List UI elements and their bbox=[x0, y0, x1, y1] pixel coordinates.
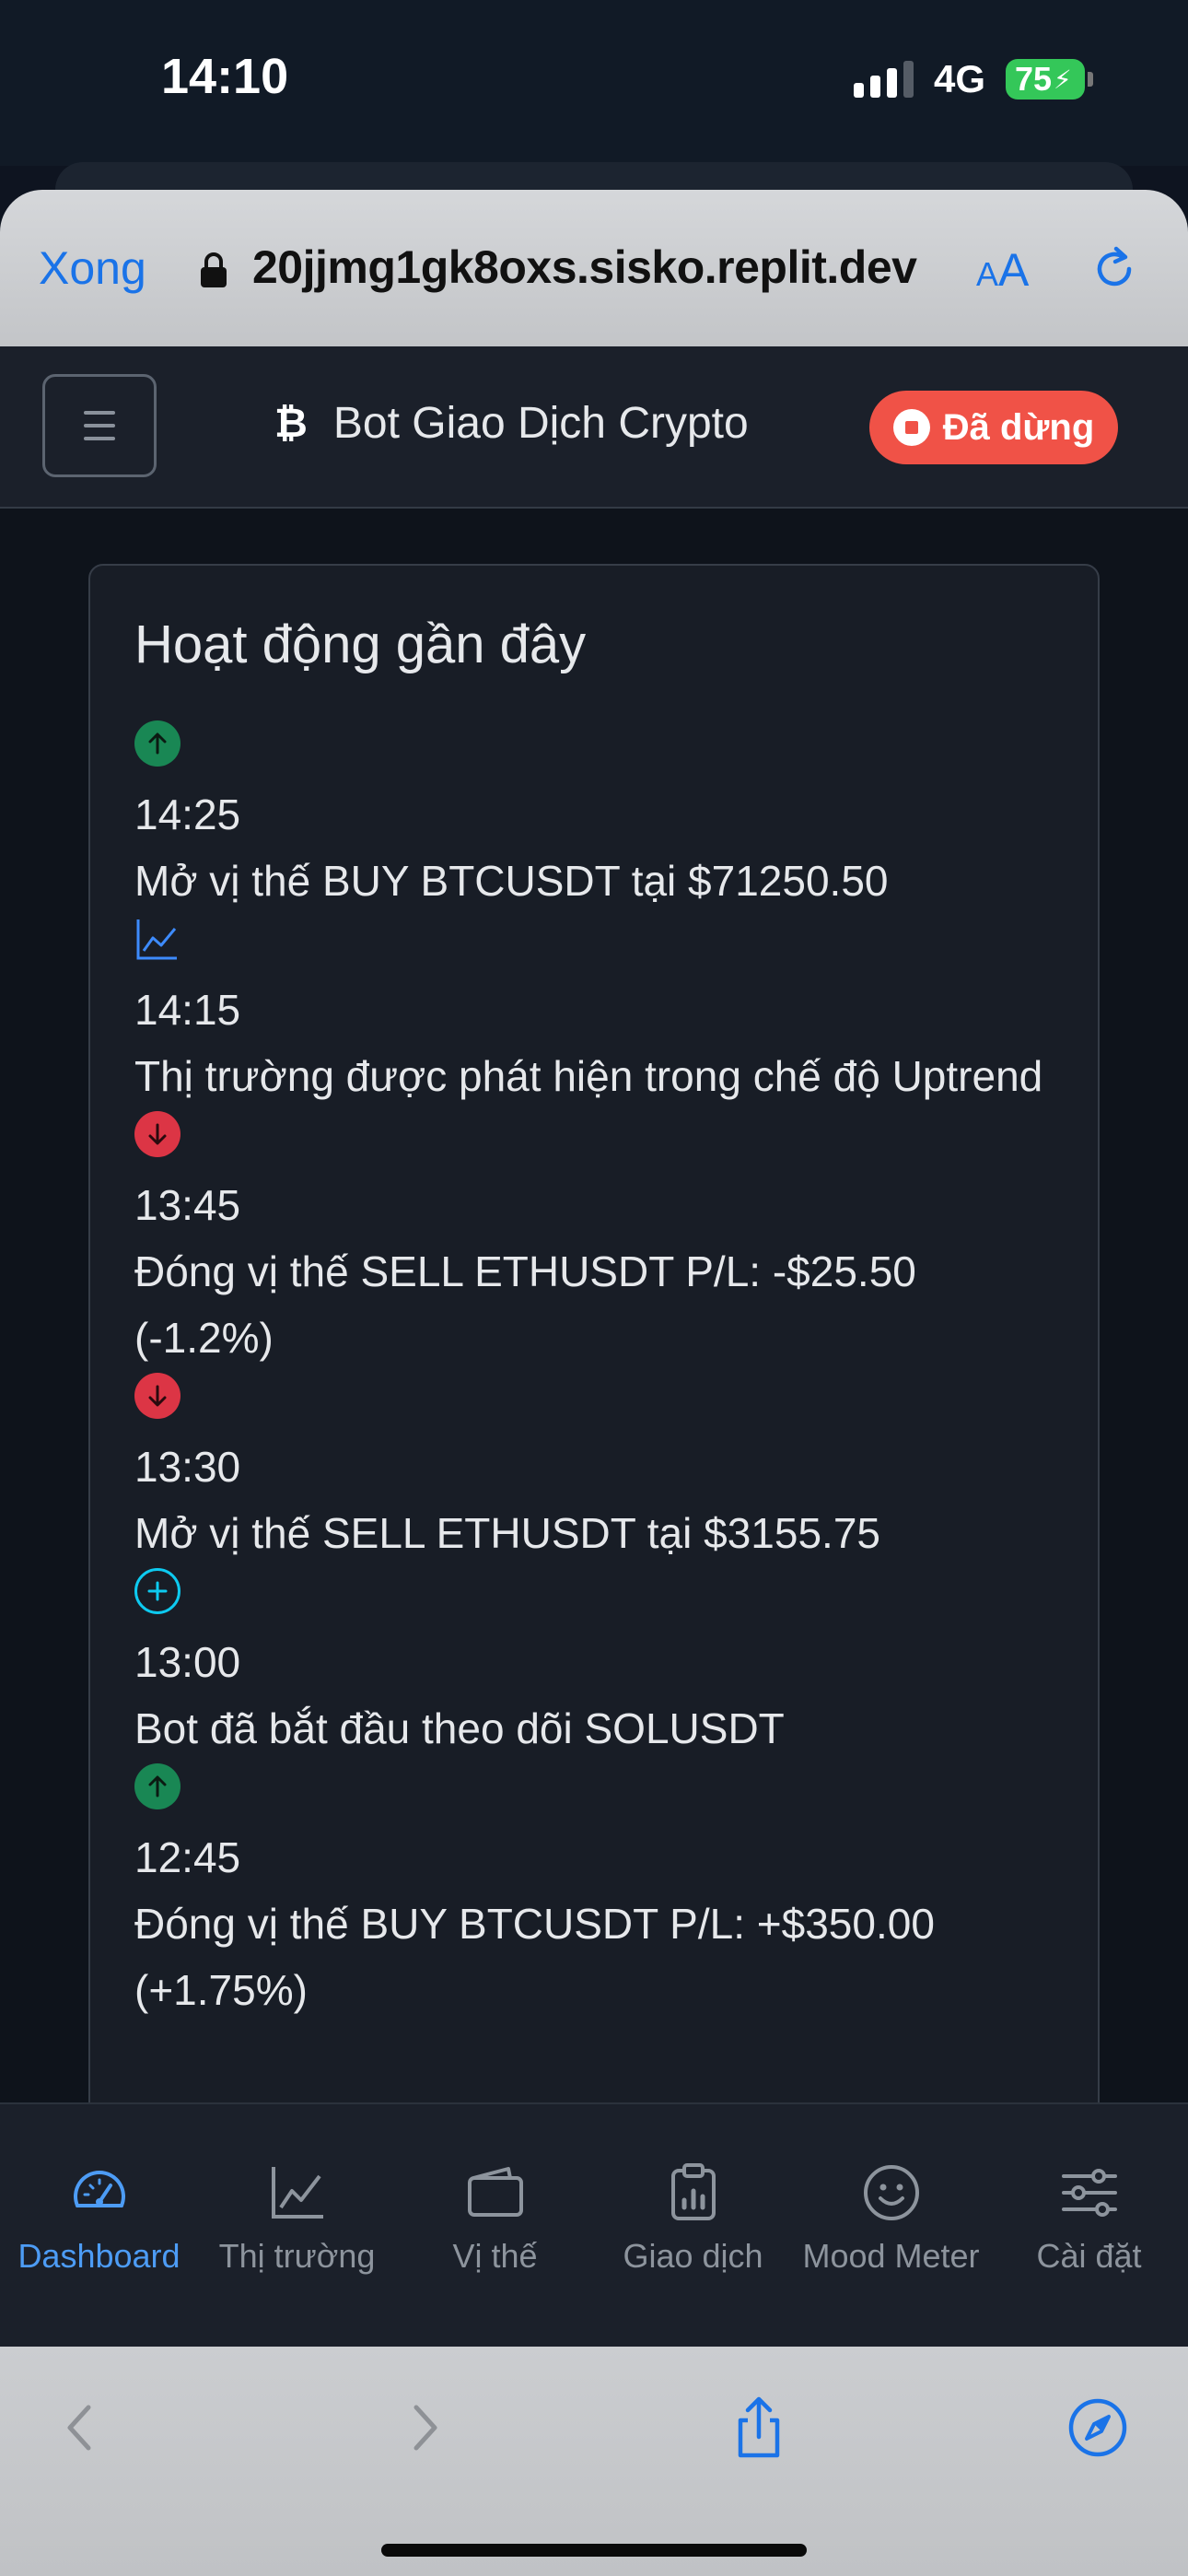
stop-circle-icon bbox=[892, 409, 930, 446]
charging-bolt-icon: ⚡ bbox=[1054, 64, 1072, 94]
activity-item: 12:45 Đóng vị thế BUY BTCUSDT P/L: +$350… bbox=[134, 1763, 1065, 2023]
clipboard-data-icon bbox=[670, 2163, 716, 2220]
status-bar: 14:10 4G 75 ⚡ bbox=[0, 0, 1188, 166]
chart-line-icon bbox=[134, 916, 181, 962]
main-content[interactable]: Hoạt động gần đây 14:25 Mở vị thế BUY BT… bbox=[0, 509, 1188, 2102]
arrow-up-icon bbox=[134, 720, 181, 767]
home-indicator[interactable] bbox=[381, 2544, 807, 2557]
tab-label: Giao dịch bbox=[623, 2237, 763, 2275]
forward-icon[interactable] bbox=[390, 2395, 457, 2461]
network-type: 4G bbox=[933, 57, 985, 100]
arrow-up-icon bbox=[134, 1763, 181, 1809]
card-title: Hoạt động gần đây bbox=[134, 615, 587, 674]
sliders-icon bbox=[1061, 2169, 1117, 2217]
reload-icon[interactable] bbox=[1087, 241, 1142, 297]
app-title: Bot Giao Dịch Crypto bbox=[332, 399, 749, 448]
tab-label: Cài đặt bbox=[1036, 2237, 1142, 2275]
activity-time: 13:45 bbox=[134, 1181, 241, 1229]
tab-label: Dashboard bbox=[17, 2237, 181, 2275]
activity-text: Mở vị thế SELL ETHUSDT tại $3155.75 bbox=[134, 1509, 880, 1557]
cellular-signal-icon bbox=[853, 61, 914, 98]
tab-label: Vị thế bbox=[452, 2237, 538, 2275]
activity-time: 14:25 bbox=[134, 790, 241, 838]
status-time: 14:10 bbox=[161, 49, 289, 104]
menu-toggle-button[interactable] bbox=[42, 374, 157, 477]
tab-trades[interactable]: Giao dịch bbox=[594, 2104, 792, 2348]
app-navbar: ₿ Bot Giao Dịch Crypto Đã dừng bbox=[0, 346, 1188, 509]
tab-settings[interactable]: Cài đặt bbox=[990, 2104, 1188, 2348]
bot-status-label: Đã dừng bbox=[942, 406, 1095, 448]
browser-address-bar: Xong 20jjmg1gk8oxs.sisko.replit.dev AA bbox=[0, 190, 1188, 346]
activity-item: 13:45 Đóng vị thế SELL ETHUSDT P/L: -$25… bbox=[134, 1111, 1065, 1371]
compass-icon[interactable] bbox=[1065, 2395, 1131, 2461]
activity-item: 14:15 Thị trường được phát hiện trong ch… bbox=[134, 916, 1065, 1109]
speedometer-icon bbox=[73, 2171, 125, 2207]
activity-item: 14:25 Mở vị thế BUY BTCUSDT tại $71250.5… bbox=[134, 720, 1065, 914]
activity-text: Đóng vị thế BUY BTCUSDT P/L: +$350.00 (+… bbox=[134, 1900, 935, 2014]
tab-market[interactable]: Thị trường bbox=[198, 2104, 396, 2348]
tab-label: Thị trường bbox=[218, 2237, 376, 2275]
recent-activity-card: Hoạt động gần đây 14:25 Mở vị thế BUY BT… bbox=[88, 564, 1100, 2102]
activity-time: 13:30 bbox=[134, 1443, 241, 1491]
bot-status-badge[interactable]: Đã dừng bbox=[869, 391, 1118, 464]
activity-list: 14:25 Mở vị thế BUY BTCUSDT tại $71250.5… bbox=[134, 720, 1065, 2025]
reader-text-size-button[interactable]: AA bbox=[976, 243, 1029, 297]
tab-dashboard[interactable]: Dashboard bbox=[0, 2104, 198, 2348]
browser-toolbar bbox=[0, 2347, 1188, 2576]
activity-text: Mở vị thế BUY BTCUSDT tại $71250.50 bbox=[134, 857, 889, 905]
tab-label: Mood Meter bbox=[802, 2237, 980, 2275]
bottom-tab-bar: Dashboard Thị trường Vị thế Giao dịch Mo… bbox=[0, 2102, 1188, 2347]
activity-text: Bot đã bắt đầu theo dõi SOLUSDT bbox=[134, 1704, 785, 1752]
back-icon[interactable] bbox=[48, 2395, 114, 2461]
app-brand[interactable]: ₿ Bot Giao Dịch Crypto bbox=[274, 398, 749, 449]
arrow-down-icon bbox=[134, 1373, 181, 1419]
activity-item: 13:30 Mở vị thế SELL ETHUSDT tại $3155.7… bbox=[134, 1373, 1065, 1566]
status-indicators: 4G 75 ⚡ bbox=[853, 57, 1093, 101]
tab-positions[interactable]: Vị thế bbox=[396, 2104, 594, 2348]
smile-icon bbox=[863, 2165, 919, 2220]
activity-text: Đóng vị thế SELL ETHUSDT P/L: -$25.50 (-… bbox=[134, 1247, 916, 1362]
done-button[interactable]: Xong bbox=[39, 241, 146, 295]
activity-time: 12:45 bbox=[134, 1833, 241, 1881]
battery-level: 75 bbox=[1015, 60, 1053, 98]
url-text[interactable]: 20jjmg1gk8oxs.sisko.replit.dev bbox=[252, 240, 917, 294]
arrow-down-icon bbox=[134, 1111, 181, 1157]
lock-icon bbox=[201, 252, 227, 287]
chart-line-icon bbox=[271, 2167, 323, 2219]
activity-item: 13:00 Bot đã bắt đầu theo dõi SOLUSDT bbox=[134, 1568, 1065, 1762]
tab-mood-meter[interactable]: Mood Meter bbox=[792, 2104, 990, 2348]
bitcoin-icon: ₿ bbox=[274, 400, 308, 446]
plus-circle-icon bbox=[134, 1568, 181, 1614]
share-icon[interactable] bbox=[726, 2395, 792, 2461]
battery-icon: 75 ⚡ bbox=[1006, 59, 1093, 100]
activity-time: 13:00 bbox=[134, 1638, 241, 1686]
activity-time: 14:15 bbox=[134, 986, 241, 1034]
activity-text: Thị trường được phát hiện trong chế độ U… bbox=[134, 1052, 1043, 1100]
wallet-icon bbox=[467, 2167, 523, 2217]
